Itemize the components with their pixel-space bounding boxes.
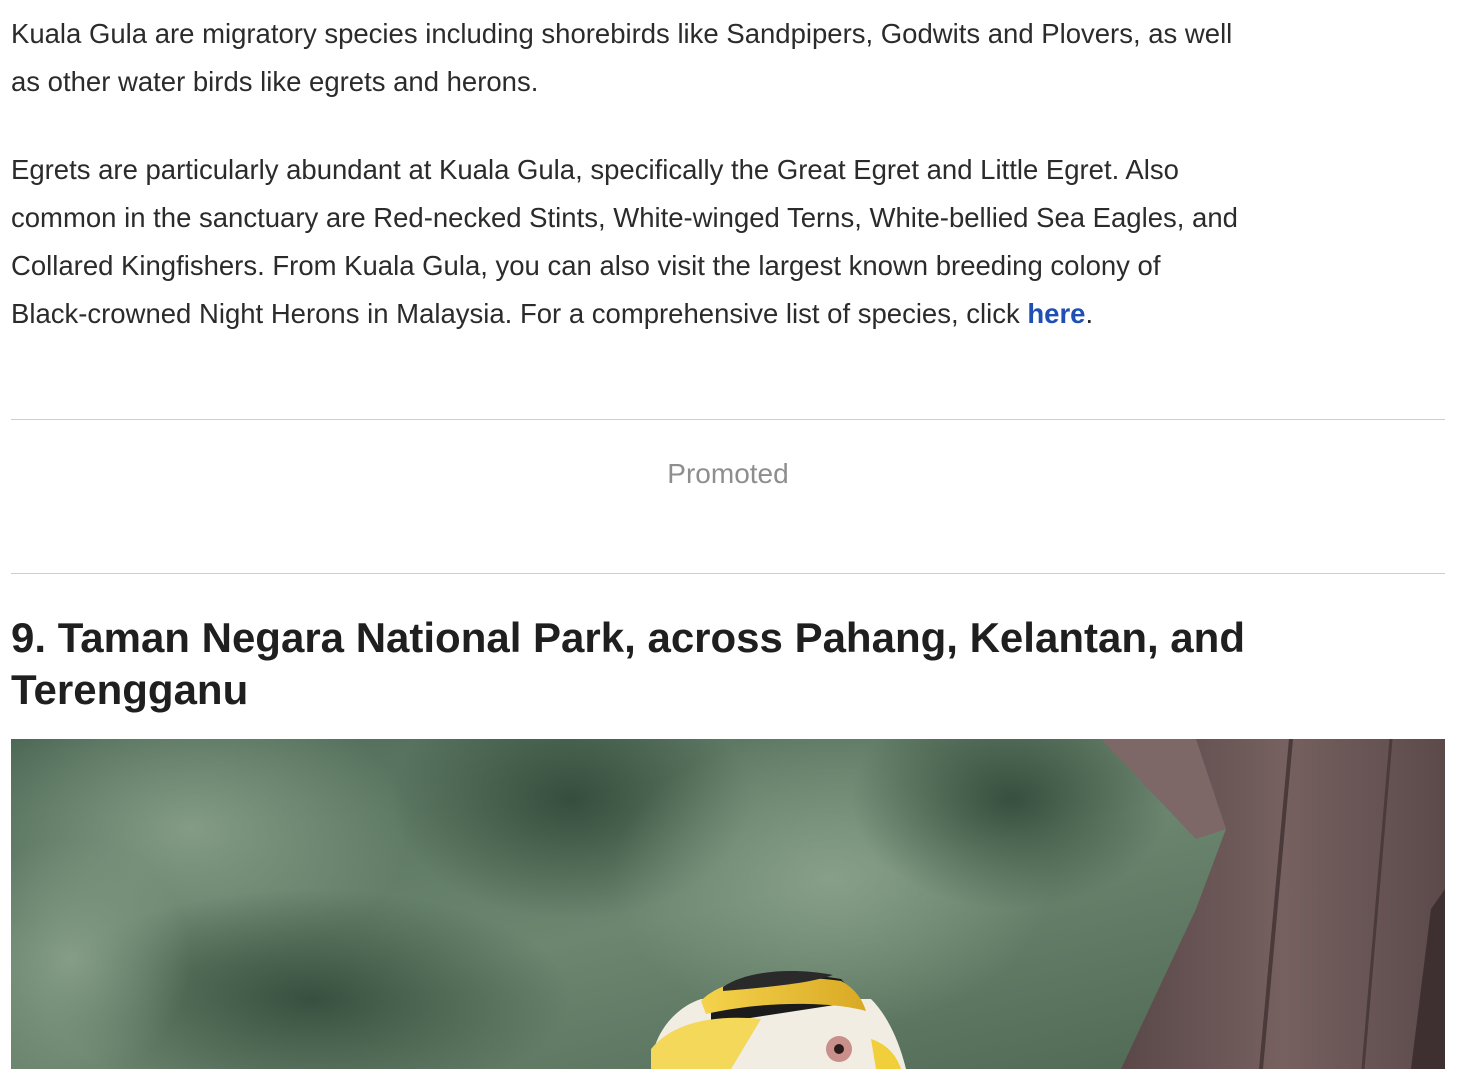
promoted-label: Promoted	[667, 458, 789, 489]
promoted-divider-top	[11, 419, 1445, 420]
paragraph-line: Kuala Gula are migratory species includi…	[11, 18, 1233, 49]
paragraph-line: Collared Kingfishers. From Kuala Gula, y…	[11, 250, 1161, 281]
paragraph-line: as other water birds like egrets and her…	[11, 66, 539, 97]
section-heading-taman-negara: 9. Taman Negara National Park, across Pa…	[11, 612, 1445, 716]
heading-line: Terengganu	[11, 666, 249, 713]
article-paragraph-egrets: Egrets are particularly abundant at Kual…	[11, 146, 1238, 338]
paragraph-text: Black-crowned Night Herons in Malaysia. …	[11, 298, 1028, 329]
hornbill-image	[11, 739, 1445, 1069]
article-paragraph-migratory: Kuala Gula are migratory species includi…	[11, 10, 1232, 106]
promoted-divider-bottom	[11, 573, 1445, 574]
hornbill-photo	[11, 739, 1445, 1069]
paragraph-line: common in the sanctuary are Red-necked S…	[11, 202, 1238, 233]
heading-line: 9. Taman Negara National Park, across Pa…	[11, 614, 1245, 661]
paragraph-line-with-link: Black-crowned Night Herons in Malaysia. …	[11, 290, 1238, 338]
paragraph-period: .	[1085, 298, 1094, 329]
paragraph-line: Egrets are particularly abundant at Kual…	[11, 154, 1179, 185]
species-list-link[interactable]: here	[1027, 298, 1085, 329]
